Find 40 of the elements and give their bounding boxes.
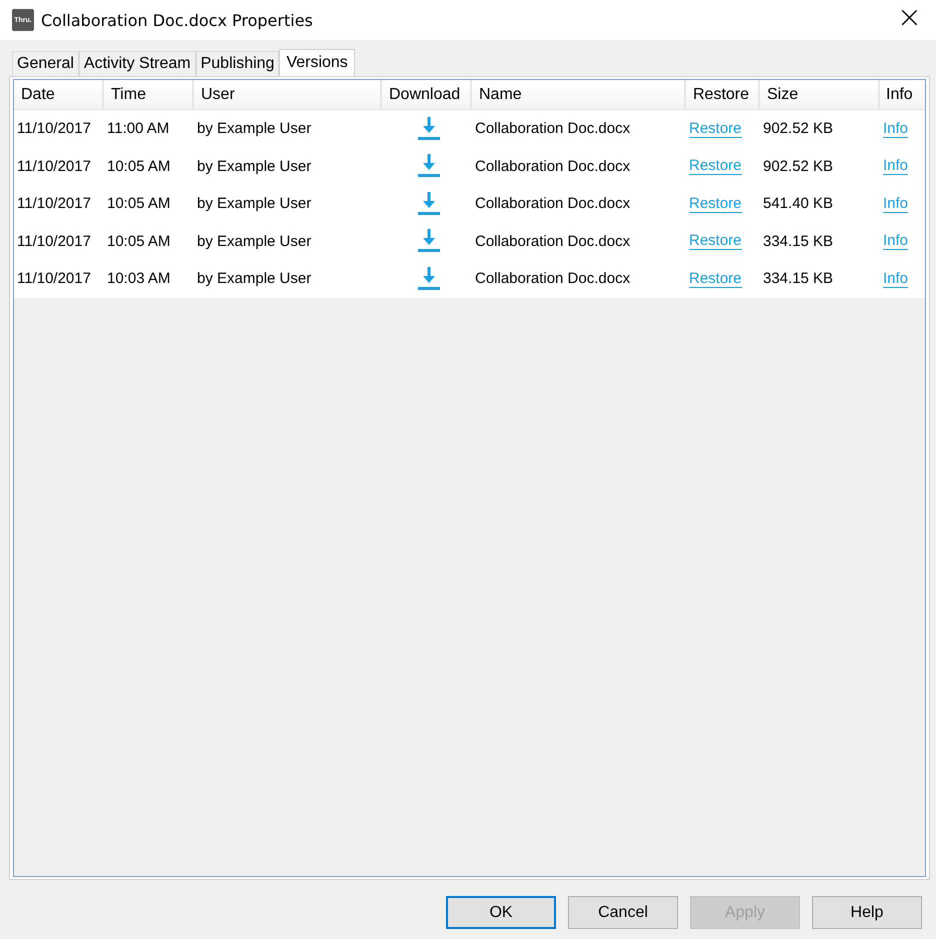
download-icon[interactable] bbox=[418, 192, 440, 216]
table-cell-text: 11/10/2017 bbox=[16, 232, 92, 250]
close-button[interactable]: × bbox=[882, 6, 936, 34]
table-cell-text: Collaboration Doc.docx bbox=[474, 195, 632, 212]
table-cell-text: 334.15 KB bbox=[762, 232, 834, 250]
table-cell-text: by Example User bbox=[196, 158, 312, 175]
download-icon[interactable] bbox=[418, 229, 440, 254]
table-cell-text: 334.15 KB bbox=[762, 270, 834, 288]
column-header[interactable]: Info bbox=[880, 80, 925, 109]
table-cell-text: 902.52 KB bbox=[762, 158, 834, 175]
tab[interactable]: Versions bbox=[279, 49, 355, 76]
download-icon[interactable] bbox=[418, 116, 440, 141]
table-cell-text: by Example User bbox=[196, 270, 312, 288]
table-cell-text: 11/10/2017 bbox=[16, 270, 92, 288]
table-cell-text: 10:05 AM bbox=[106, 158, 172, 175]
table-cell-text: 11/10/2017 bbox=[16, 120, 92, 138]
dialog-button[interactable]: Help bbox=[812, 896, 922, 929]
table-cell-text: 10:05 AM bbox=[106, 195, 172, 212]
table-cell-text: Collaboration Doc.docx bbox=[474, 270, 632, 288]
tab[interactable]: Activity Stream bbox=[78, 51, 196, 76]
table-cell-text: by Example User bbox=[196, 195, 312, 212]
tab[interactable]: General bbox=[12, 51, 79, 76]
dialog-button[interactable]: OK bbox=[446, 896, 556, 929]
window-title: Collaboration Doc.docx Properties bbox=[41, 10, 314, 30]
table-cell-text: by Example User bbox=[196, 120, 312, 138]
table-cell-text: Collaboration Doc.docx bbox=[474, 120, 632, 138]
table-cell-text: Collaboration Doc.docx bbox=[474, 232, 632, 250]
table-cell-text: 541.40 KB bbox=[762, 195, 834, 212]
table-cell-text: by Example User bbox=[196, 232, 312, 250]
table-cell-text: Collaboration Doc.docx bbox=[474, 158, 632, 175]
download-icon[interactable] bbox=[418, 266, 440, 291]
table-cell-text: 11/10/2017 bbox=[16, 195, 92, 212]
table-cell-text: 902.52 KB bbox=[762, 120, 834, 138]
table-cell-text: 10:03 AM bbox=[106, 270, 172, 288]
table-cell-text: 11/10/2017 bbox=[16, 158, 92, 175]
tab[interactable]: Publishing bbox=[196, 51, 280, 76]
dialog-button[interactable]: Cancel bbox=[568, 896, 678, 929]
table-cell-text: 11:00 AM bbox=[106, 120, 170, 138]
table-cell-text: 10:05 AM bbox=[106, 232, 172, 250]
download-icon[interactable] bbox=[418, 154, 440, 178]
